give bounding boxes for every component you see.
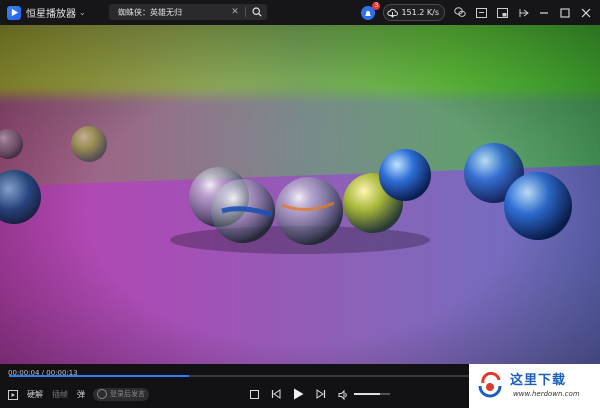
volume-slider[interactable] — [354, 393, 390, 395]
hardware-decode-button[interactable]: 硬解 — [27, 389, 43, 400]
volume-control[interactable] — [338, 385, 390, 404]
search-icon[interactable] — [250, 5, 264, 19]
notification-icon[interactable]: 3 — [361, 1, 381, 20]
mini-mode-icon[interactable] — [474, 6, 488, 20]
video-vignette — [0, 25, 600, 364]
chevron-down-icon[interactable]: ⌄ — [79, 8, 86, 17]
progress-fill — [9, 375, 189, 377]
watermark-emblem — [478, 372, 502, 398]
title-bar: 恒星播放器 ⌄ 蜘蛛侠：英雄无归 ✕ 3 151.2 K/s — [0, 0, 600, 25]
playlist-icon[interactable] — [8, 385, 18, 404]
play-icon[interactable] — [293, 388, 304, 400]
playback-controls — [250, 386, 390, 402]
volume-icon[interactable] — [338, 385, 349, 404]
next-icon[interactable] — [316, 389, 326, 399]
search-box[interactable]: 蜘蛛侠：英雄无归 ✕ — [109, 4, 267, 20]
video-display[interactable] — [0, 25, 600, 364]
stop-icon[interactable] — [250, 389, 259, 399]
previous-icon[interactable] — [271, 389, 281, 399]
app-logo-icon[interactable] — [7, 5, 21, 20]
search-input[interactable]: 蜘蛛侠：英雄无归 — [118, 7, 229, 18]
volume-fill — [354, 393, 380, 395]
divider — [245, 7, 246, 17]
window-tools: 3 151.2 K/s — [361, 0, 600, 25]
cloud-download-icon — [387, 8, 399, 18]
danmaku-toggle[interactable]: 弹 — [77, 389, 85, 400]
control-bar: 00:00:04 / 00:00:13 硬解 插帧 弹 登录后发言 这里下载 w… — [0, 364, 600, 408]
danmaku-input[interactable]: 登录后发言 — [93, 387, 149, 401]
close-icon[interactable] — [579, 6, 593, 20]
notification-badge: 3 — [372, 1, 381, 10]
download-speed: 151.2 K/s — [401, 8, 439, 17]
watermark-url: www.herdown.com — [513, 390, 580, 398]
minimize-icon[interactable] — [537, 6, 551, 20]
app-name[interactable]: 恒星播放器 — [26, 5, 76, 20]
frame-interpolation-button[interactable]: 插帧 — [52, 389, 68, 400]
watermark-logo: 这里下载 www.herdown.com — [469, 364, 600, 408]
picture-in-picture-icon[interactable] — [495, 6, 509, 20]
danmaku-placeholder: 登录后发言 — [110, 390, 145, 398]
pin-icon[interactable] — [516, 6, 530, 20]
maximize-icon[interactable] — [558, 6, 572, 20]
clear-search-icon[interactable]: ✕ — [229, 7, 241, 17]
watermark-name: 这里下载 — [510, 373, 567, 388]
danmaku-settings-icon — [97, 389, 107, 399]
wechat-icon[interactable] — [453, 6, 467, 20]
download-speed-indicator[interactable]: 151.2 K/s — [383, 4, 445, 21]
left-controls: 硬解 插帧 弹 登录后发言 — [8, 386, 149, 402]
